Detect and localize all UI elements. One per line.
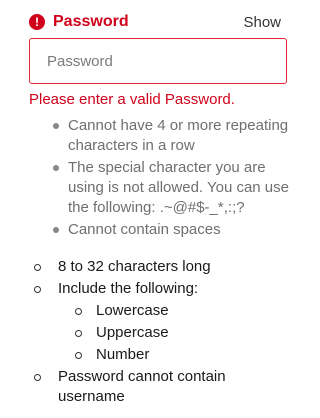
circle-bullet-icon	[75, 308, 82, 315]
requirement-text: Number	[96, 346, 150, 363]
requirement-include-list: Lowercase Uppercase Number	[58, 301, 293, 365]
requirement-text: Include the following:	[58, 280, 199, 297]
requirement-length: 8 to 32 characters long	[33, 257, 293, 277]
password-requirements: 8 to 32 characters long Include the foll…	[33, 257, 293, 409]
error-rule-repeating: Cannot have 4 or more repeating characte…	[52, 116, 292, 156]
password-error-message: Please enter a valid Password.	[29, 91, 235, 108]
bullet-icon	[53, 165, 59, 171]
requirement-text: Uppercase	[96, 324, 169, 341]
circle-bullet-icon	[34, 264, 41, 271]
requirement-username: Password cannot contain username	[33, 367, 293, 407]
error-rule-special-chars: The special character you are using is n…	[52, 158, 292, 218]
error-rule-spaces: Cannot contain spaces	[52, 220, 292, 240]
circle-bullet-icon	[75, 352, 82, 359]
circle-bullet-icon	[34, 374, 41, 381]
requirement-lowercase: Lowercase	[58, 301, 293, 321]
requirement-text: Lowercase	[96, 302, 169, 319]
bullet-icon	[53, 227, 59, 233]
circle-bullet-icon	[34, 286, 41, 293]
show-password-toggle[interactable]: Show	[243, 14, 281, 32]
bullet-icon	[53, 123, 59, 129]
requirement-include: Include the following: Lowercase Upperca…	[33, 279, 293, 365]
password-error-rules: Cannot have 4 or more repeating characte…	[52, 116, 292, 242]
circle-bullet-icon	[75, 330, 82, 337]
requirement-text: Password cannot contain username	[58, 368, 226, 405]
error-rule-text: The special character you are using is n…	[68, 159, 289, 216]
error-rule-text: Cannot contain spaces	[68, 221, 221, 238]
requirement-text: 8 to 32 characters long	[58, 258, 211, 275]
error-icon: !	[29, 14, 45, 30]
password-label: Password	[53, 13, 129, 30]
requirement-number: Number	[58, 345, 293, 365]
requirement-uppercase: Uppercase	[58, 323, 293, 343]
password-input[interactable]	[29, 38, 287, 84]
password-field-container: ! Password Show Please enter a valid Pas…	[0, 0, 299, 418]
password-field-header: ! Password Show	[29, 12, 283, 34]
error-rule-text: Cannot have 4 or more repeating characte…	[68, 117, 289, 154]
